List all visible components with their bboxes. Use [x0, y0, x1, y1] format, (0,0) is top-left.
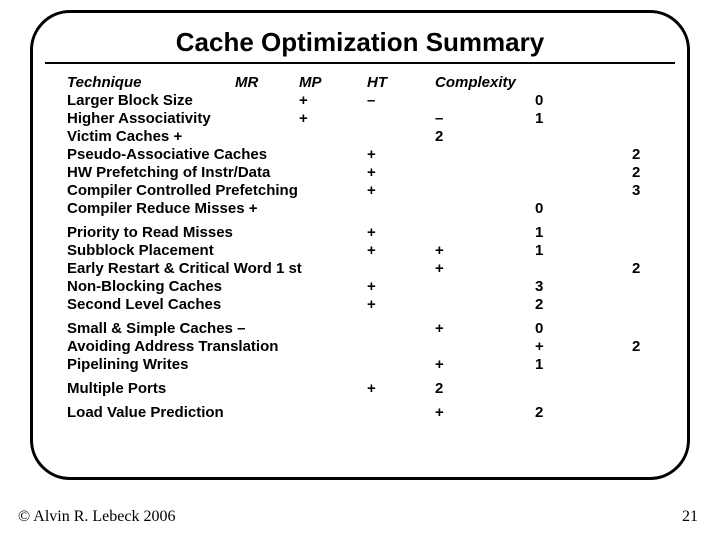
cell-complexity-sign: + — [435, 242, 444, 260]
hdr-mp: MP — [299, 74, 322, 92]
cell-ht: + — [367, 146, 376, 164]
table-row: Compiler Controlled Prefetching +3 — [67, 182, 653, 200]
table-row: Compiler Reduce Misses + 0 — [67, 200, 653, 218]
cell-complexity-sign: 2 — [435, 380, 443, 398]
cell-technique: Higher Associativity — [67, 110, 211, 128]
cell-complexity-num2: 2 — [632, 146, 640, 164]
header-row: Technique MR MP HT Complexity — [67, 74, 653, 92]
table-row: Larger Block Size + – 0 — [67, 92, 653, 110]
cell-complexity-num2: 2 — [632, 164, 640, 182]
cell-technique: Compiler Reduce Misses + — [67, 200, 258, 218]
slide-title: Cache Optimization Summary — [33, 27, 687, 58]
cell-complexity-sign: + — [435, 356, 444, 374]
cell-technique: HW Prefetching of Instr/Data — [67, 164, 270, 182]
table-row: Small & Simple Caches – +0 — [67, 320, 653, 338]
cell-complexity-sign: – — [435, 110, 443, 128]
cell-complexity-num: + — [535, 338, 544, 356]
title-rule — [45, 62, 675, 64]
cell-complexity-num: 0 — [535, 200, 543, 218]
cell-ht: + — [367, 164, 376, 182]
table-row: Subblock Placement + +1 — [67, 242, 653, 260]
copyright-text: © Alvin R. Lebeck 2006 — [18, 508, 175, 526]
cell-ht: + — [367, 182, 376, 200]
table-row: Early Restart & Critical Word 1 st +2 — [67, 260, 653, 278]
table-row: Avoiding Address Translation +2 — [67, 338, 653, 356]
rows-container: Larger Block Size+–0Higher Associativity… — [67, 92, 653, 422]
cell-complexity-sign: 2 — [435, 128, 443, 146]
table-row: Non-Blocking Caches +3 — [67, 278, 653, 296]
table-row: HW Prefetching of Instr/Data +2 — [67, 164, 653, 182]
table-row: Load Value Prediction +2 — [67, 404, 653, 422]
hdr-mr: MR — [235, 74, 258, 92]
table-row: Pipelining Writes +1 — [67, 356, 653, 374]
cell-technique: Non-Blocking Caches — [67, 278, 222, 296]
cell-complexity-num2: 2 — [632, 260, 640, 278]
cell-technique: Larger Block Size — [67, 92, 193, 110]
cell-ht: – — [367, 92, 375, 110]
cell-technique: Multiple Ports — [67, 380, 166, 398]
hdr-technique: Technique — [67, 74, 141, 92]
cell-complexity-num: 1 — [535, 242, 543, 260]
cell-ht: + — [367, 278, 376, 296]
cell-complexity-num: 0 — [535, 320, 543, 338]
cell-ht: + — [367, 380, 376, 398]
cell-complexity-sign: + — [435, 320, 444, 338]
content-area: Technique MR MP HT Complexity Larger Blo… — [33, 74, 687, 422]
cell-complexity-num: 3 — [535, 278, 543, 296]
table-row: Second Level Caches +2 — [67, 296, 653, 314]
table-row: Higher Associativity + – 1 — [67, 110, 653, 128]
cell-complexity-sign: + — [435, 260, 444, 278]
cell-ht: + — [367, 296, 376, 314]
cell-complexity-num: 2 — [535, 296, 543, 314]
table-row: Victim Caches + 2 — [67, 128, 653, 146]
cell-complexity-sign: + — [435, 404, 444, 422]
table-row: Pseudo-Associative Caches +2 — [67, 146, 653, 164]
cell-technique: Early Restart & Critical Word 1 st — [67, 260, 302, 278]
cell-mp: + — [299, 92, 308, 110]
cell-complexity-num: 1 — [535, 224, 543, 242]
cell-mp: + — [299, 110, 308, 128]
cell-technique: Load Value Prediction — [67, 404, 224, 422]
cell-technique: Subblock Placement — [67, 242, 214, 260]
hdr-ht: HT — [367, 74, 387, 92]
cell-complexity-num: 1 — [535, 110, 543, 128]
hdr-complexity: Complexity — [435, 74, 516, 92]
cell-technique: Pseudo-Associative Caches — [67, 146, 267, 164]
cell-technique: Small & Simple Caches – — [67, 320, 245, 338]
cell-complexity-num: 2 — [535, 404, 543, 422]
table-row: Multiple Ports +2 — [67, 380, 653, 398]
cell-complexity-num: 1 — [535, 356, 543, 374]
table-row: Priority to Read Misses +1 — [67, 224, 653, 242]
cell-technique: Victim Caches + — [67, 128, 182, 146]
cell-technique: Priority to Read Misses — [67, 224, 233, 242]
slide-frame: Cache Optimization Summary Technique MR … — [30, 10, 690, 480]
cell-complexity-num2: 2 — [632, 338, 640, 356]
cell-complexity-num: 0 — [535, 92, 543, 110]
cell-complexity-num2: 3 — [632, 182, 640, 200]
cell-ht: + — [367, 242, 376, 260]
cell-technique: Compiler Controlled Prefetching — [67, 182, 298, 200]
page-number: 21 — [682, 508, 698, 526]
cell-technique: Second Level Caches — [67, 296, 221, 314]
cell-technique: Avoiding Address Translation — [67, 338, 278, 356]
cell-ht: + — [367, 224, 376, 242]
cell-technique: Pipelining Writes — [67, 356, 188, 374]
